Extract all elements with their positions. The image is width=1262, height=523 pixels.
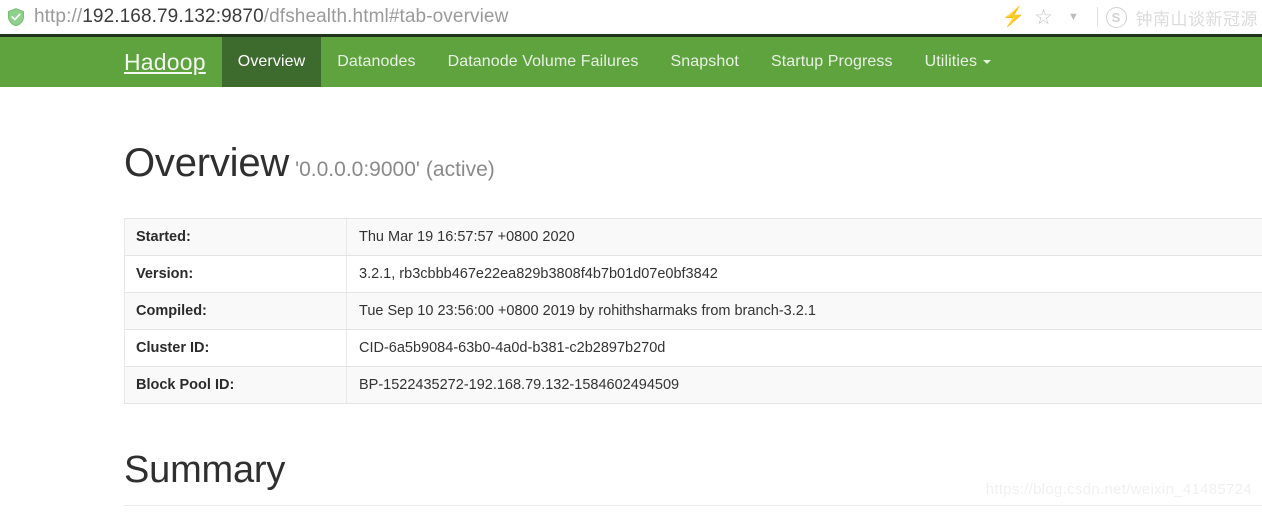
- row-label-started: Started:: [124, 218, 347, 256]
- skype-icon[interactable]: S: [1105, 6, 1127, 28]
- shield-check-icon[interactable]: [6, 7, 26, 27]
- nav-item-datanodes[interactable]: Datanodes: [321, 37, 431, 87]
- nav-item-overview[interactable]: Overview: [221, 37, 322, 87]
- row-value-version: 3.2.1, rb3cbbb467e22ea829b3808f4b7b01d07…: [346, 255, 1262, 293]
- hadoop-navbar: Hadoop Overview Datanodes Datanode Volum…: [0, 34, 1262, 87]
- table-row: Cluster ID: CID-6a5b9084-63b0-4a0d-b381-…: [124, 329, 1262, 367]
- table-row: Compiled: Tue Sep 10 23:56:00 +0800 2019…: [124, 292, 1262, 330]
- row-value-block-pool-id: BP-1522435272-192.168.79.132-15846024945…: [346, 366, 1262, 404]
- url-scheme: http://: [34, 6, 83, 27]
- nav-item-utilities-label: Utilities: [924, 53, 978, 70]
- summary-heading: Summary: [124, 449, 286, 491]
- address-bar-url[interactable]: http://192.168.79.132:9870/dfshealth.htm…: [34, 6, 508, 28]
- table-row: Block Pool ID: BP-1522435272-192.168.79.…: [124, 366, 1262, 404]
- row-label-version: Version:: [124, 255, 347, 293]
- toolbar-divider: [1096, 7, 1098, 27]
- page-title-address: '0.0.0.0:9000': [295, 158, 420, 181]
- nav-item-utilities[interactable]: Utilities: [909, 37, 1007, 87]
- browser-toolbar-right: ⚡ ☆ ▼ S 钟南山谈新冠源: [999, 0, 1259, 34]
- nav-item-startup-progress[interactable]: Startup Progress: [755, 37, 909, 87]
- row-value-cluster-id: CID-6a5b9084-63b0-4a0d-b381-c2b2897b270d: [346, 329, 1262, 367]
- row-label-block-pool-id: Block Pool ID:: [124, 366, 347, 404]
- browser-chrome: http://192.168.79.132:9870/dfshealth.htm…: [0, 0, 1262, 34]
- row-value-compiled: Tue Sep 10 23:56:00 +0800 2019 by rohith…: [346, 292, 1262, 330]
- page-title: Overview '0.0.0.0:9000' (active): [124, 87, 1262, 185]
- nav-item-snapshot-label: Snapshot: [670, 53, 739, 70]
- page-content: Overview '0.0.0.0:9000' (active) Started: …: [0, 87, 1262, 506]
- nav-item-startup-progress-label: Startup Progress: [770, 53, 893, 70]
- row-value-started: Thu Mar 19 16:57:57 +0800 2020: [346, 218, 1262, 256]
- caret-down-icon: [983, 60, 992, 64]
- summary-divider: [124, 504, 1262, 506]
- nav-item-datanodes-label: Datanodes: [337, 53, 416, 70]
- brand-hadoop[interactable]: Hadoop: [124, 37, 222, 87]
- nav-item-datanode-volume-failures[interactable]: Datanode Volume Failures: [432, 37, 655, 87]
- table-row: Started: Thu Mar 19 16:57:57 +0800 2020: [124, 218, 1262, 256]
- chevron-down-icon[interactable]: ▼: [1059, 2, 1089, 32]
- extension-label: 钟南山谈新冠源: [1135, 9, 1258, 29]
- url-host: 192.168.79.132:9870: [82, 6, 264, 27]
- nav-item-snapshot[interactable]: Snapshot: [655, 37, 755, 87]
- lightning-bolt-icon[interactable]: ⚡: [999, 2, 1029, 32]
- table-row: Version: 3.2.1, rb3cbbb467e22ea829b3808f…: [124, 255, 1262, 293]
- overview-info-table: Started: Thu Mar 19 16:57:57 +0800 2020 …: [124, 218, 1262, 404]
- url-path: /dfshealth.html#tab-overview: [263, 6, 509, 27]
- page-title-text: Overview: [124, 141, 290, 185]
- star-icon[interactable]: ☆: [1029, 2, 1059, 32]
- nav-item-overview-label: Overview: [237, 53, 306, 70]
- page-title-state: (active): [425, 158, 495, 181]
- nav-item-datanode-volume-failures-label: Datanode Volume Failures: [447, 53, 639, 70]
- row-label-compiled: Compiled:: [124, 292, 347, 330]
- row-label-cluster-id: Cluster ID:: [124, 329, 347, 367]
